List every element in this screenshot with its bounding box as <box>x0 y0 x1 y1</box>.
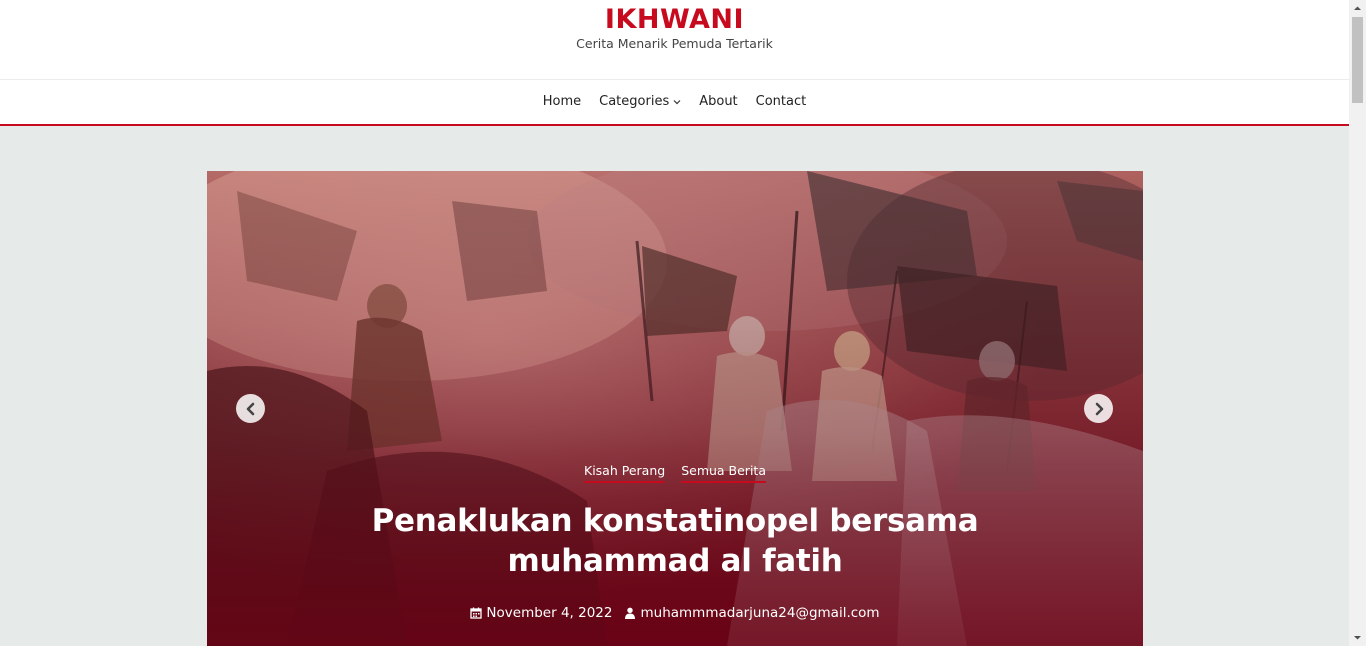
category-link-kisah-perang[interactable]: Kisah Perang <box>584 463 666 483</box>
nav-item-contact[interactable]: Contact <box>747 80 816 124</box>
scroll-down-arrow-icon[interactable] <box>1353 633 1362 642</box>
scroll-up-arrow-icon[interactable] <box>1353 4 1362 13</box>
nav-item-home[interactable]: Home <box>534 80 590 124</box>
scrollbar-thumb[interactable] <box>1352 17 1363 103</box>
post-author: muhammmadarjuna24@gmail.com <box>640 605 880 621</box>
nav-item-about[interactable]: About <box>690 80 746 124</box>
slider-next-button[interactable] <box>1084 394 1113 423</box>
nav-item-categories[interactable]: Categories <box>590 80 690 124</box>
site-title-link[interactable]: IKHWANI <box>0 4 1349 35</box>
nav-item-categories-label: Categories <box>599 94 670 109</box>
slide-title-link[interactable]: Penaklukan konstatinopel bersama muhamma… <box>355 501 995 581</box>
post-author-link[interactable]: muhammmadarjuna24@gmail.com <box>624 605 880 621</box>
category-link-semua-berita[interactable]: Semua Berita <box>681 463 766 483</box>
user-icon <box>625 607 636 619</box>
post-date-link[interactable]: November 4, 2022 <box>470 605 612 621</box>
slide-categories: Kisah Perang Semua Berita <box>207 463 1143 483</box>
calendar-icon <box>470 607 483 619</box>
page-scrollbar[interactable] <box>1349 0 1366 646</box>
chevron-down-icon <box>673 100 681 105</box>
featured-slider: Kisah Perang Semua Berita Penaklukan kon… <box>207 171 1143 646</box>
page: IKHWANI Cerita Menarik Pemuda Tertarik H… <box>0 0 1349 646</box>
site-tagline: Cerita Menarik Pemuda Tertarik <box>576 36 773 51</box>
slide-meta: November 4, 2022 muhammmadarjuna24@gmail… <box>207 605 1143 621</box>
site-header: IKHWANI Cerita Menarik Pemuda Tertarik <box>0 0 1349 80</box>
main-nav: Home Categories About Contact <box>0 80 1349 126</box>
chevron-right-icon <box>1095 402 1103 415</box>
post-date: November 4, 2022 <box>486 605 613 621</box>
slider-prev-button[interactable] <box>236 394 265 423</box>
slide-content: Kisah Perang Semua Berita Penaklukan kon… <box>207 463 1143 621</box>
chevron-left-icon <box>246 402 254 415</box>
